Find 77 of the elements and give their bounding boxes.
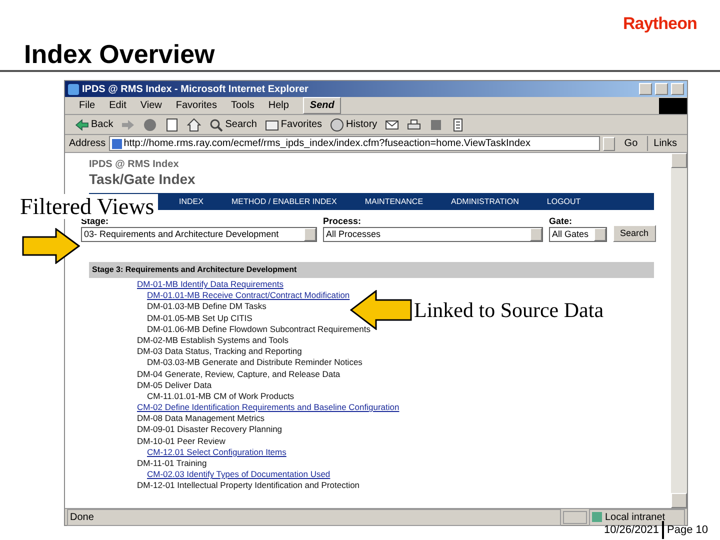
menu-item[interactable]: Tools bbox=[230, 98, 254, 113]
dropdown-button[interactable] bbox=[530, 228, 542, 241]
task-name: DM-11-01 Training bbox=[137, 458, 207, 468]
scrollbar[interactable] bbox=[671, 153, 687, 508]
page-icon[interactable] bbox=[165, 118, 180, 132]
stop-icon[interactable] bbox=[143, 118, 158, 132]
window-title: IPDS @ RMS Index - Microsoft Internet Explorer bbox=[82, 82, 310, 96]
status-text: Done bbox=[67, 508, 561, 526]
filter-label: Gate: bbox=[549, 215, 574, 227]
printer-icon[interactable] bbox=[407, 118, 422, 132]
square-icon[interactable] bbox=[429, 118, 444, 132]
callout-label: Filtered Views bbox=[20, 194, 154, 219]
task-name: DM-01.06-MB Define Flowdown Subcontract Requirements bbox=[147, 324, 370, 334]
filter-label: Process: bbox=[323, 215, 362, 227]
favorites-button[interactable]: Favorites bbox=[264, 117, 322, 132]
task-name: DM-02-MB Establish Systems and Tools bbox=[137, 334, 288, 345]
task-name: DM-12-01 Intellectual Property Identification and Protection bbox=[137, 480, 360, 490]
menu-item[interactable]: Edit bbox=[109, 98, 126, 113]
menu-item[interactable]: File bbox=[79, 98, 96, 113]
site-name: IPDS @ RMS Index bbox=[89, 159, 180, 171]
folder-icon bbox=[264, 118, 279, 132]
maximize-button[interactable] bbox=[655, 83, 668, 95]
arrow-icon bbox=[22, 228, 80, 264]
task-name: DM-01.05-MB Set Up CITIS bbox=[147, 312, 252, 323]
task-link[interactable]: CM-02 Define Identification Requirements and Baseline Configuration bbox=[137, 402, 400, 412]
task-name: DM-01.03-MB Define DM Tasks bbox=[147, 301, 266, 312]
links-button[interactable]: Links bbox=[646, 136, 683, 151]
status-pane bbox=[563, 510, 587, 524]
task-link[interactable]: DM-01.01-MB Receive Contract/Contract Modification bbox=[147, 290, 350, 300]
page-heading: Task/Gate Index bbox=[89, 171, 196, 187]
address-label: Address bbox=[69, 137, 106, 151]
section-header: Stage 3: Requirements and Architecture Development bbox=[89, 262, 654, 278]
footer-date: 10/26/2021 bbox=[604, 524, 660, 536]
task-name: CM-11.01.01-MB CM of Work Products bbox=[147, 390, 294, 401]
minimize-button[interactable] bbox=[639, 83, 652, 95]
task-name: DM-10-01 Peer Review bbox=[137, 436, 226, 446]
nav-link[interactable]: METHOD / ENABLER INDEX bbox=[231, 196, 337, 208]
menu-item[interactable]: Favorites bbox=[176, 98, 217, 113]
menu-item[interactable]: Help bbox=[268, 98, 289, 113]
search-icon bbox=[209, 118, 224, 132]
nav-link[interactable]: LOGOUT bbox=[546, 196, 581, 208]
dropdown-button[interactable] bbox=[304, 228, 316, 241]
task-name: DM-08 Data Management Metrics bbox=[137, 413, 265, 424]
mail-icon[interactable] bbox=[385, 118, 400, 132]
company-logo: Raytheon bbox=[622, 14, 697, 35]
nav-link[interactable]: ADMINISTRATION bbox=[451, 196, 519, 208]
filter-select[interactable]: All Gates bbox=[549, 227, 607, 242]
document-icon[interactable] bbox=[451, 118, 466, 132]
task-name: DM-05 Deliver Data bbox=[137, 380, 212, 390]
task-name: DM-04 Generate, Review, Capture, and Release Data bbox=[137, 368, 340, 378]
nav-link[interactable]: INDEX bbox=[179, 196, 204, 208]
slide-title: Index Overview bbox=[24, 38, 216, 70]
callout-label: Linked to Source Data bbox=[414, 298, 604, 322]
task-name: DM-03.03-MB Generate and Distribute Reminder Notices bbox=[147, 357, 362, 368]
task-name: DM-09-01 Disaster Recovery Planning bbox=[137, 424, 282, 434]
back-arrow-icon bbox=[75, 118, 89, 132]
send-button[interactable]: Send bbox=[302, 97, 342, 114]
menu-item[interactable]: View bbox=[140, 98, 162, 113]
filter-select[interactable]: 03- Requirements and Architecture Development bbox=[81, 227, 317, 242]
dropdown-button[interactable] bbox=[603, 136, 616, 150]
task-link[interactable]: CM-02.03 Identify Types of Documentation Used bbox=[147, 469, 330, 480]
page-number: Page 10 bbox=[667, 524, 708, 536]
task-name: DM-03 Data Status, Tracking and Reporting bbox=[137, 346, 302, 356]
dropdown-button[interactable] bbox=[594, 228, 606, 241]
filter-select[interactable]: All Processes bbox=[323, 227, 543, 242]
go-button[interactable]: Go bbox=[618, 136, 644, 151]
search-button[interactable]: Search bbox=[209, 117, 257, 132]
nav-link[interactable]: MAINTENANCE bbox=[364, 196, 424, 208]
close-button[interactable] bbox=[671, 83, 684, 95]
address-field[interactable]: http://home.rms.ray.com/ecmef/rms_ipds_index/index.cfm?fuseaction=home.ViewTaskIndex bbox=[108, 136, 600, 151]
task-link[interactable]: CM-12.01 Select Configuration Items bbox=[147, 446, 286, 457]
zone-label: Local intranet bbox=[589, 508, 685, 526]
home-icon[interactable] bbox=[187, 118, 202, 132]
search-button[interactable]: Search bbox=[613, 225, 656, 242]
task-link[interactable]: DM-01-MB Identify Data Requirements bbox=[137, 279, 284, 289]
history-button[interactable]: History bbox=[330, 117, 378, 132]
back-button[interactable]: Back bbox=[75, 117, 114, 132]
